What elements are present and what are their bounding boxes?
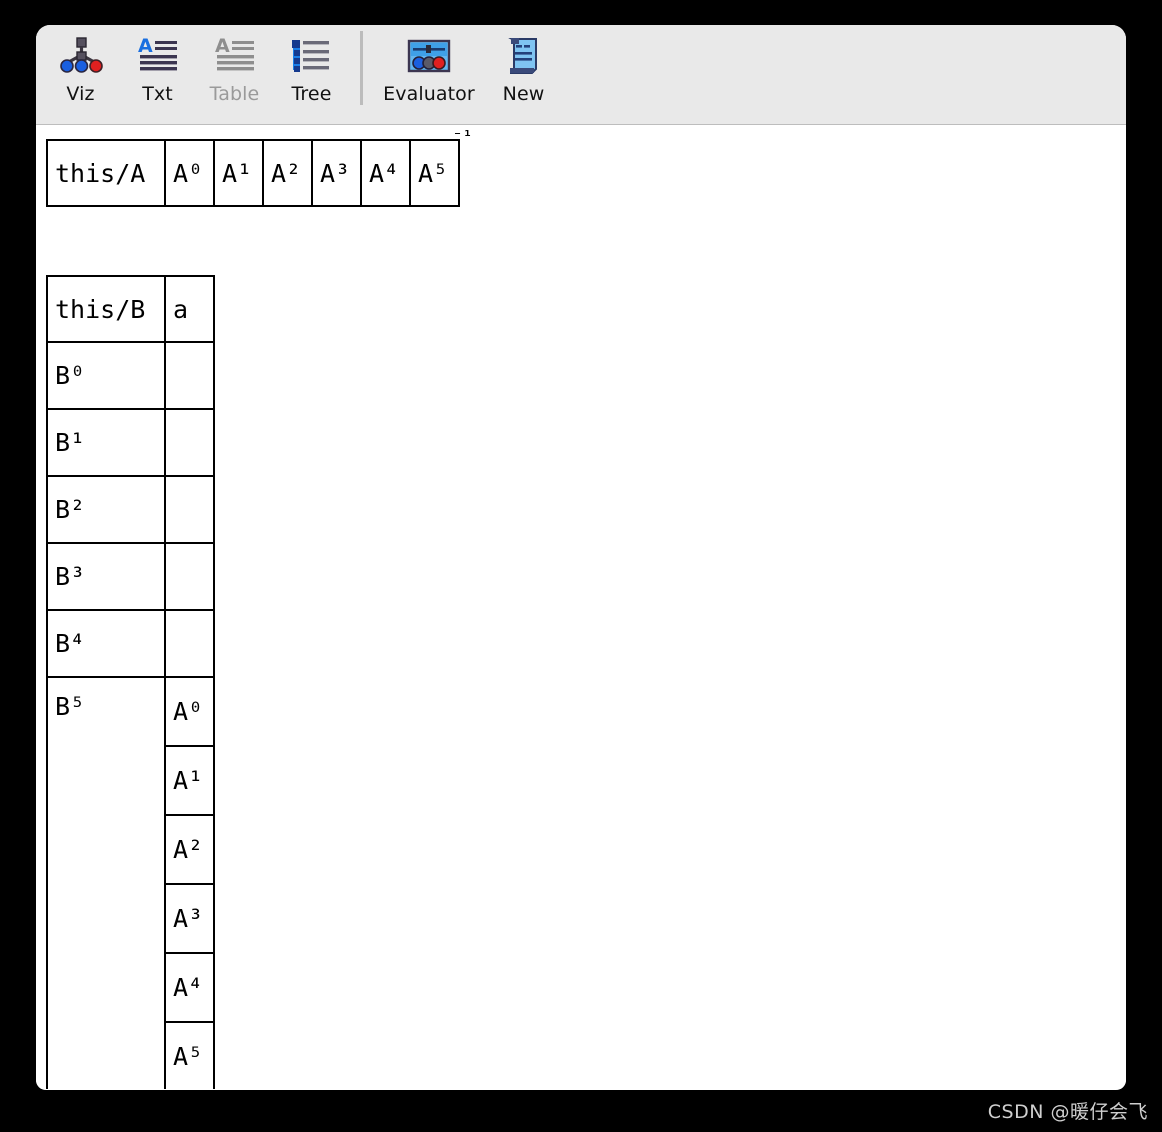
atom-label: A⁰: [173, 697, 204, 726]
table-b-header-label: this/B: [55, 294, 146, 324]
table-b-row-label-2: B²: [46, 475, 166, 544]
svg-text:A: A: [215, 36, 230, 57]
table-row: B¹: [46, 408, 215, 477]
table-lines-icon: A: [213, 31, 257, 81]
tree-graph-icon: [59, 31, 103, 81]
atom-label: A⁰: [173, 158, 204, 188]
atom-label: A³: [320, 158, 351, 188]
table-a-cell-5: A⁵: [409, 139, 460, 207]
atom-label: A⁵: [173, 1042, 204, 1071]
column-label: a: [173, 294, 189, 324]
atom-label: B⁰: [55, 361, 86, 390]
table-row: B³: [46, 542, 215, 611]
table-row: B⁴: [46, 609, 215, 678]
atom-label: B³: [55, 562, 86, 591]
table-b-row-value-2: [164, 475, 215, 544]
table-a-cell-1: A¹: [213, 139, 264, 207]
atom-label: A¹: [173, 766, 204, 795]
table-a-header-label: this/A: [55, 158, 146, 188]
toolbar-item-label: New: [502, 83, 545, 105]
toolbar: Viz A Txt A Table Tree Evaluator New: [36, 25, 1126, 125]
atom-label: A⁴: [369, 158, 400, 188]
atom-label: A¹: [222, 158, 253, 188]
analyzer-window: Viz A Txt A Table Tree Evaluator New ⁻¹ …: [36, 25, 1126, 1090]
table-b-row-value-5-0: A⁰: [164, 676, 215, 747]
table-a-cell-4: A⁴: [360, 139, 411, 207]
table-b-row-label-5: B⁵: [46, 676, 166, 1089]
atom-label: A⁵: [418, 158, 449, 188]
table-a-cell-3: A³: [311, 139, 362, 207]
atom-label: A²: [271, 158, 302, 188]
atom-label: B²: [55, 495, 86, 524]
toolbar-item-new[interactable]: New: [485, 25, 562, 105]
watermark: CSDN @暖仔会飞: [987, 1101, 1148, 1123]
table-a-cell-2: A²: [262, 139, 313, 207]
atom-label: A³: [173, 904, 204, 933]
evaluator-icon: [406, 31, 452, 81]
table-b-row-value-0: [164, 341, 215, 410]
table-b-row-value-5-4: A⁴: [164, 952, 215, 1023]
atom-label: B¹: [55, 428, 86, 457]
text-lines-icon: A: [136, 31, 180, 81]
table-row: B²: [46, 475, 215, 544]
table-b[interactable]: this/B a B⁰ B¹ B² B³ B⁴ B⁵ A⁰ A¹ A² A³ A…: [46, 275, 215, 1089]
tree-list-icon: [290, 31, 334, 81]
toolbar-item-table[interactable]: A Table: [196, 25, 273, 105]
table-a[interactable]: this/A A⁰ A¹ A² A³ A⁴ A⁵: [46, 139, 460, 207]
table-row: B⁰: [46, 341, 215, 410]
table-view-content: ⁻¹ this/A A⁰ A¹ A² A³ A⁴ A⁵ this/B a B⁰ …: [36, 125, 1126, 1089]
table-b-row-value-4: [164, 609, 215, 678]
toolbar-item-label: Viz: [66, 83, 95, 105]
toolbar-separator: [360, 31, 363, 105]
table-b-row-label-3: B³: [46, 542, 166, 611]
atom-label: A²: [173, 835, 204, 864]
table-row: this/B a: [46, 275, 215, 343]
toolbar-item-viz[interactable]: Viz: [42, 25, 119, 105]
atom-label: A⁴: [173, 973, 204, 1002]
table-b-column-header: a: [164, 275, 215, 343]
table-b-row-value-5-5: A⁵: [164, 1021, 215, 1089]
atom-label: B⁴: [55, 629, 86, 658]
svg-text:A: A: [138, 36, 153, 57]
atom-label: B⁵: [55, 692, 86, 721]
toolbar-item-txt[interactable]: A Txt: [119, 25, 196, 105]
table-row: this/A A⁰ A¹ A² A³ A⁴ A⁵: [46, 139, 460, 207]
table-b-row-value-5-1: A¹: [164, 745, 215, 816]
toolbar-item-label: Table: [209, 83, 260, 105]
table-row: B⁵ A⁰: [46, 676, 215, 1089]
toolbar-item-evaluator[interactable]: Evaluator: [373, 25, 485, 105]
table-b-header: this/B: [46, 275, 166, 343]
toolbar-item-label: Tree: [291, 83, 332, 105]
table-b-row-value-5-2: A²: [164, 814, 215, 885]
table-b-row-value-5-3: A³: [164, 883, 215, 954]
table-b-row-value-1: [164, 408, 215, 477]
table-a-header: this/A: [46, 139, 166, 207]
table-b-row-label-0: B⁰: [46, 341, 166, 410]
table-b-row-value-3: [164, 542, 215, 611]
scroll-new-icon: [502, 31, 546, 81]
toolbar-item-label: Evaluator: [383, 83, 475, 105]
toolbar-item-label: Txt: [142, 83, 173, 105]
table-b-row-label-1: B¹: [46, 408, 166, 477]
table-b-row-label-4: B⁴: [46, 609, 166, 678]
toolbar-item-tree[interactable]: Tree: [273, 25, 350, 105]
table-a-cell-0: A⁰: [164, 139, 215, 207]
